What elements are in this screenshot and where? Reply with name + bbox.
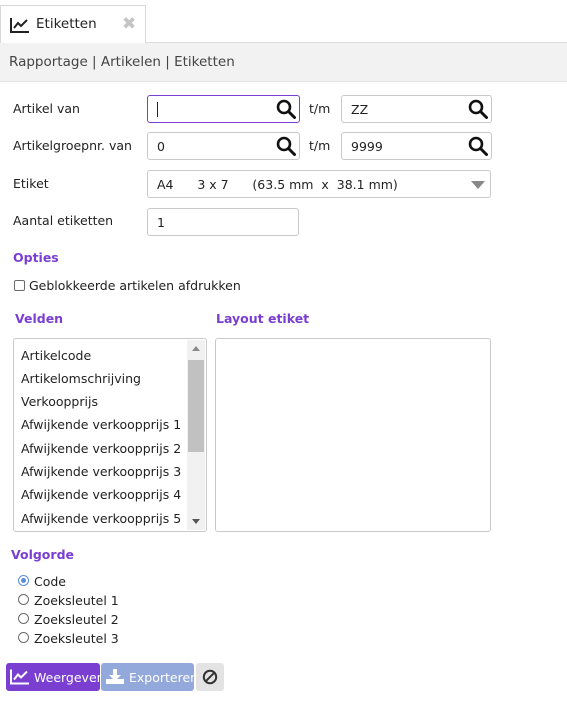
exporteren-button[interactable]: Exporteren [101, 663, 198, 691]
search-icon[interactable] [468, 99, 488, 119]
groep-van-input[interactable]: 0 [147, 132, 300, 160]
list-item[interactable]: Afwijkende verkoopprijs 4 [21, 487, 181, 502]
breadcrumb: Rapportage | Artikelen | Etiketten [9, 54, 235, 70]
layout-etiket-box[interactable] [215, 338, 491, 532]
artikel-tm-value: ZZ [351, 102, 369, 117]
aantal-value: 1 [157, 215, 165, 230]
artikel-van-input[interactable] [147, 95, 300, 123]
chevron-down-icon [471, 181, 485, 189]
radio-zoeksleutel-1[interactable] [18, 594, 29, 605]
aantal-label: Aantal etiketten [13, 213, 114, 228]
groep-tm-value: 9999 [351, 139, 383, 154]
list-item[interactable]: Afwijkende verkoopprijs 5 [21, 511, 181, 526]
etiket-value: A4 3 x 7 (63.5 mm x 38.1 mm) [157, 177, 398, 192]
close-icon[interactable]: ✖ [122, 14, 136, 34]
radio-zoeksleutel-2[interactable] [18, 613, 29, 624]
tab-label: Etiketten [36, 16, 97, 32]
chart-line-icon [10, 669, 29, 685]
scrollbar-thumb[interactable] [188, 360, 204, 452]
download-icon [106, 669, 124, 684]
list-item[interactable]: Afwijkende verkoopprijs 1 [21, 417, 181, 432]
volgorde-title: Volgorde [11, 547, 74, 562]
groep-van-value: 0 [157, 139, 165, 154]
list-item[interactable]: Verkoopprijs [21, 394, 98, 409]
search-icon[interactable] [276, 99, 296, 119]
text-caret [157, 102, 158, 117]
groep-van-label: Artikelgroepnr. van [13, 138, 132, 153]
ban-icon [202, 669, 218, 685]
groep-tm-input[interactable]: 9999 [341, 132, 492, 160]
artikel-tm-input[interactable]: ZZ [341, 95, 492, 123]
scrollbar[interactable] [187, 340, 205, 530]
etiket-select[interactable]: A4 3 x 7 (63.5 mm x 38.1 mm) [147, 170, 491, 198]
artikel-van-label: Artikel van [13, 101, 80, 116]
breadcrumb-bar: Rapportage | Artikelen | Etiketten [0, 43, 567, 82]
scroll-down-icon[interactable] [192, 519, 200, 524]
etiket-label: Etiket [13, 176, 49, 191]
velden-listbox[interactable]: Artikelcode Artikelomschrijving Verkoopp… [13, 338, 207, 532]
radio-zoeksleutel-3[interactable] [18, 632, 29, 643]
list-item[interactable]: Afwijkende verkoopprijs 2 [21, 441, 181, 456]
weergeven-label: Weergeven [34, 670, 105, 685]
tab-etiketten[interactable]: Etiketten ✖ [0, 5, 146, 44]
cancel-button[interactable] [196, 663, 224, 691]
weergeven-button[interactable]: Weergeven [6, 663, 105, 691]
artikel-tm-label: t/m [309, 101, 331, 116]
chart-line-icon [10, 18, 29, 33]
radio-code-label[interactable]: Code [34, 574, 66, 589]
radio-zoeksleutel-2-label[interactable]: Zoeksleutel 2 [34, 612, 119, 627]
radio-zoeksleutel-3-label[interactable]: Zoeksleutel 3 [34, 631, 119, 646]
geblokkeerd-checkbox[interactable] [14, 280, 25, 291]
exporteren-label: Exporteren [129, 670, 199, 685]
velden-title: Velden [15, 311, 64, 326]
groep-tm-label: t/m [309, 138, 331, 153]
list-item[interactable]: Artikelomschrijving [21, 371, 141, 386]
layout-title: Layout etiket [216, 311, 310, 326]
search-icon[interactable] [276, 136, 296, 156]
aantal-input[interactable]: 1 [147, 208, 299, 236]
geblokkeerd-label[interactable]: Geblokkeerde artikelen afdrukken [29, 278, 241, 293]
radio-zoeksleutel-1-label[interactable]: Zoeksleutel 1 [34, 593, 119, 608]
scroll-up-icon[interactable] [192, 346, 200, 351]
opties-title: Opties [13, 250, 59, 265]
list-item[interactable]: Artikelcode [21, 348, 91, 363]
radio-code[interactable] [18, 575, 29, 586]
search-icon[interactable] [468, 136, 488, 156]
list-item[interactable]: Afwijkende verkoopprijs 3 [21, 464, 181, 479]
tab-bar: Etiketten ✖ [0, 0, 567, 44]
